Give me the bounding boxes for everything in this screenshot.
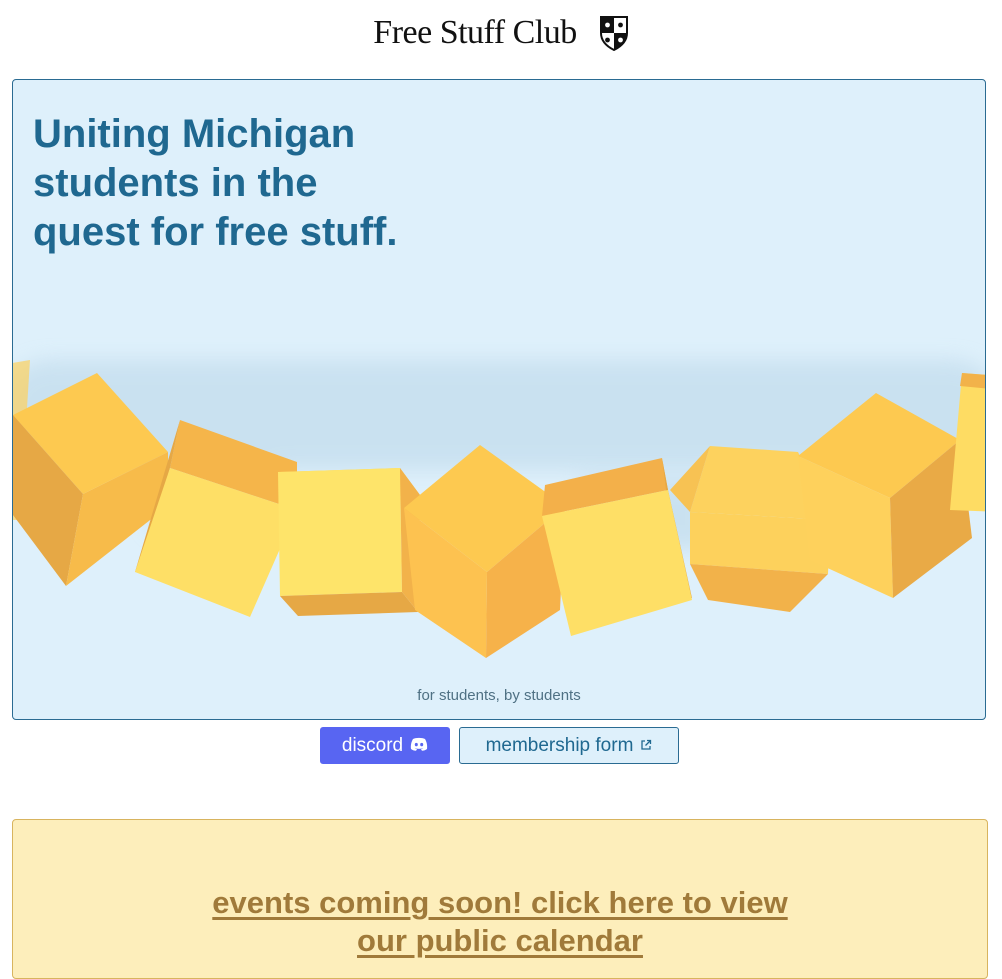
crest-shield-icon: [599, 15, 629, 52]
discord-icon: [410, 735, 428, 757]
events-calendar-link[interactable]: events coming soon! click here to view o…: [193, 884, 807, 960]
cube: [404, 445, 565, 658]
membership-form-button[interactable]: membership form: [459, 727, 679, 764]
hero-panel: Uniting Michigan students in the quest f…: [12, 79, 986, 720]
cube-animation: [13, 360, 985, 658]
hero-heading: Uniting Michigan students in the quest f…: [33, 112, 398, 254]
events-panel: events coming soon! click here to view o…: [12, 819, 988, 979]
site-title[interactable]: Free Stuff Club: [373, 14, 577, 52]
membership-form-label: membership form: [485, 734, 634, 756]
discord-label: discord: [341, 734, 404, 756]
hero-tagline: for students, by students: [417, 687, 581, 704]
discord-button[interactable]: discord: [320, 727, 450, 764]
external-link-icon: [640, 735, 652, 757]
cube: [278, 468, 420, 616]
site-header: Free Stuff Club: [0, 0, 1002, 66]
